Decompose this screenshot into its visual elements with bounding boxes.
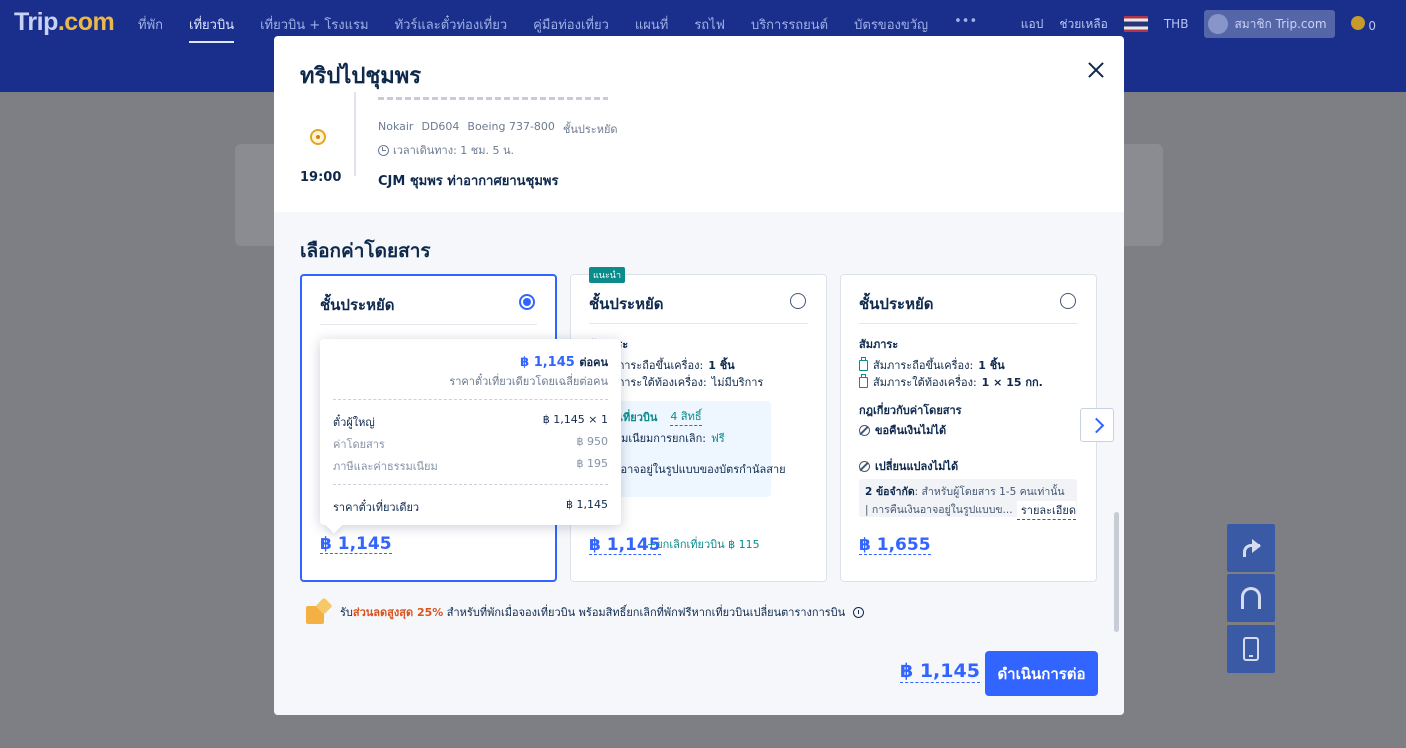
currency-selector[interactable]: THB (1164, 17, 1189, 31)
ban-icon (859, 424, 870, 436)
fare-price[interactable]: ฿ 1,145 (320, 535, 392, 554)
arrival-airport: CJM ชุมพร ท่าอากาศยานชุมพร (378, 174, 559, 189)
flight-number: DD604 (421, 120, 460, 133)
nokair-logo-icon (310, 129, 326, 145)
refund-rule: ขอคืนเงินไม่ได้ (859, 421, 946, 439)
thailand-flag-icon[interactable] (1123, 16, 1148, 32)
close-icon[interactable] (1084, 58, 1108, 82)
cabin-class: ชั้นประหยัด (562, 123, 618, 136)
airline-name: Nokair (378, 120, 414, 133)
checked-baggage-row: สัมภาระใต้ท้องเครื่อง: 1 × 15 กก. (859, 373, 1043, 391)
base-fare-row: ค่าโดยสาร ฿ 950 (333, 435, 608, 451)
checked-bag-icon (859, 373, 868, 388)
taxes-row: ภาษีและค่าธรรมเนียม ฿ 195 (333, 457, 608, 473)
share-icon (1241, 538, 1261, 558)
tooltip-price: ฿ 1,145 ต่อคน (520, 355, 608, 370)
divider (320, 324, 537, 325)
fare-radio[interactable] (790, 293, 806, 309)
fare-price[interactable]: ฿ 1,655 (859, 536, 931, 555)
nav-flights[interactable]: เที่ยวบิน (189, 14, 235, 43)
insurance-benefits-link[interactable]: 4 สิทธิ์ (670, 407, 702, 426)
itinerary-segment: Nokair DD604 Boeing 737-800 ชั้นประหยัด … (274, 92, 1124, 212)
details-link[interactable]: รายละเอียด (1016, 501, 1076, 520)
app-link[interactable]: แอป (1021, 15, 1044, 34)
fare-card-3[interactable]: ชั้นประหยัด สัมภาระ สัมภาระถือขึ้นเครื่อ… (840, 274, 1097, 582)
coin-icon (1350, 15, 1365, 30)
adult-ticket-row: ตั๋วผู้ใหญ่ ฿ 1,145 × 1 (333, 413, 608, 429)
customer-support-button[interactable] (1227, 574, 1275, 622)
points-badge[interactable]: 0 (1350, 15, 1376, 33)
fare-name: ชั้นประหยัด (589, 295, 664, 313)
addon-price: +ยกเลิกเที่ยวบิน ฿ 115 (647, 538, 760, 551)
nav-hotels[interactable]: ที่พัก (138, 14, 163, 43)
headset-icon (1241, 587, 1261, 609)
fare-heading: เลือกค่าโดยสาร (300, 240, 431, 262)
ban-icon (859, 460, 870, 472)
help-link[interactable]: ช่วยเหลือ (1059, 15, 1108, 34)
divider (589, 323, 808, 324)
fare-name: ชั้นประหยัด (320, 296, 395, 314)
fare-radio-selected[interactable] (519, 294, 535, 310)
info-icon[interactable] (853, 606, 865, 618)
tooltip-divider (333, 484, 608, 485)
clipped-text (378, 92, 608, 100)
aircraft-type: Boeing 737-800 (467, 120, 555, 133)
next-fares-chevron-right-icon[interactable] (1080, 408, 1114, 442)
total-price[interactable]: ฿ 1,145 (900, 660, 980, 683)
fare-name: ชั้นประหยัด (859, 295, 934, 313)
trip-modal: ทริปไปชุมพร Nokair DD604 Boeing 737-800 … (274, 36, 1124, 715)
baggage-heading: สัมภาระ (859, 338, 899, 351)
modal-title: ทริปไปชุมพร (300, 64, 422, 89)
tooltip-note: ราคาตั๋วเที่ยวเดียวโดยเฉลี่ยต่อคน (449, 375, 608, 388)
flight-duration: เวลาเดินทาง: 1 ชม. 5 น. (378, 141, 514, 159)
price-breakdown-tooltip: ฿ 1,145 ต่อคน ราคาตั๋วเที่ยวเดียวโดยเฉลี… (320, 339, 621, 525)
carry-on-bag-icon (859, 356, 868, 371)
fare-selection-section: เลือกค่าโดยสาร ชั้นประหยัด ฿ 1,145 แนะนำ… (274, 212, 1124, 715)
member-button[interactable]: สมาชิก Trip.com (1204, 10, 1335, 38)
total-row: ราคาตั๋วเที่ยวเดียว ฿ 1,145 (333, 498, 608, 514)
arrival-time: 19:00 (300, 170, 342, 185)
app-download-button[interactable] (1227, 625, 1275, 673)
tooltip-divider (333, 399, 608, 400)
change-rule: เปลี่ยนแปลงไม่ได้ (859, 457, 958, 475)
hotel-promo-banner: รับส่วนลดสูงสุด 25% สำหรับที่พักเมื่อจอง… (306, 600, 865, 624)
flight-info: Nokair DD604 Boeing 737-800 ชั้นประหยัด (378, 120, 618, 138)
recommended-badge: แนะนำ (589, 267, 625, 283)
clock-icon (378, 144, 389, 156)
top-right-controls: แอป ช่วยเหลือ THB สมาชิก Trip.com 0 (1021, 10, 1376, 38)
phone-icon (1243, 637, 1259, 661)
modal-scrollbar[interactable] (1114, 512, 1119, 632)
share-button[interactable] (1227, 524, 1275, 572)
fare-radio[interactable] (1060, 293, 1076, 309)
timeline-line (354, 92, 356, 176)
avatar-icon (1208, 14, 1229, 34)
hotel-promo-icon (306, 600, 332, 624)
divider (859, 323, 1078, 324)
carry-on-row: สัมภาระถือขึ้นเครื่อง: 1 ชิ้น (859, 356, 1005, 374)
tripcom-logo[interactable]: Trip.com (14, 8, 115, 37)
continue-button[interactable]: ดำเนินการต่อ (985, 651, 1098, 696)
fare-rules-heading: กฎเกี่ยวกับค่าโดยสาร (859, 404, 962, 417)
